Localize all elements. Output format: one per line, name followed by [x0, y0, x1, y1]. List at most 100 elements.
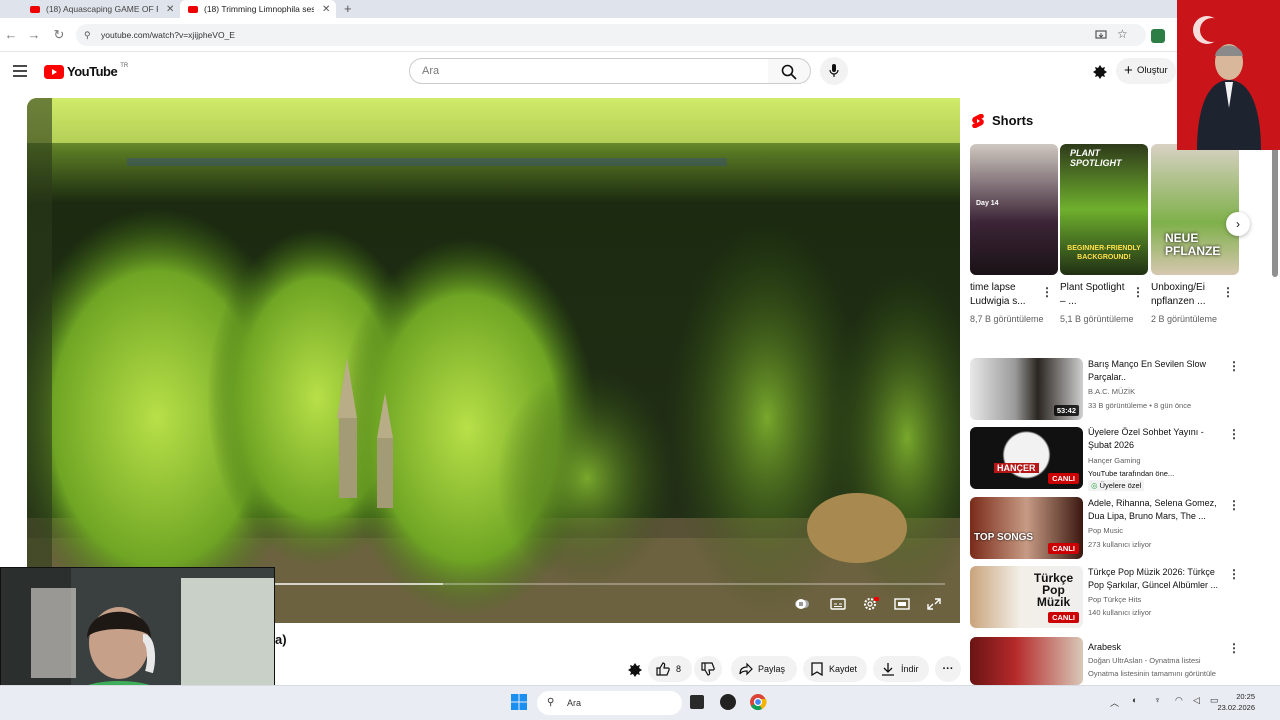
channel-name[interactable]: Pop Music — [1088, 525, 1238, 536]
chrome-icon[interactable] — [749, 693, 767, 711]
video-title-link[interactable]: Türkçe Pop Müzik 2026: Türkçe Pop Şarkıl… — [1088, 566, 1228, 592]
more-vertical-icon[interactable]: ⋮ — [1132, 286, 1144, 298]
miniplayer-icon[interactable] — [893, 596, 911, 612]
more-actions-button[interactable]: ··· — [935, 656, 961, 682]
live-badge: CANLI — [1048, 543, 1079, 554]
subtitles-icon[interactable] — [829, 596, 847, 612]
channel-name[interactable]: B.A.C. MÜZİK — [1088, 386, 1238, 397]
channel-name[interactable]: Hançer Gaming — [1088, 455, 1238, 466]
youtube-favicon-icon — [188, 5, 198, 13]
more-vertical-icon[interactable]: ⋮ — [1041, 286, 1053, 298]
more-vertical-icon[interactable]: ⋮ — [1228, 428, 1240, 440]
tab-label: (18) Aquascaping GAME OF Ri... — [46, 4, 158, 14]
settings-icon[interactable] — [861, 596, 879, 612]
download-button[interactable]: İndir — [873, 656, 929, 682]
short-title[interactable]: Plant Spotlight – ... — [1060, 281, 1132, 309]
site-info-icon[interactable]: ⚲ — [84, 24, 91, 46]
video-thumbnail[interactable]: 53:42 — [970, 358, 1083, 420]
short-title[interactable]: time lapse Ludwigia s... — [970, 281, 1042, 309]
short-title[interactable]: Unboxing/Ei npflanzen ... — [1151, 281, 1223, 309]
reload-icon[interactable]: ↻ — [50, 26, 68, 44]
short-thumbnail[interactable]: Day 14 — [970, 144, 1058, 275]
microphone-tray-icon[interactable]: ♆ — [1154, 695, 1161, 705]
create-label: Oluştur — [1137, 65, 1168, 76]
taskbar-search-label: Ara — [567, 698, 582, 708]
wifi-icon[interactable]: ◠ — [1175, 695, 1183, 706]
volume-icon[interactable]: ◁ — [1193, 695, 1200, 706]
browser-tab[interactable]: (18) Aquascaping GAME OF Ri... ✕ — [22, 0, 177, 18]
url-field[interactable]: ⚲ youtube.com/watch?v=xjijpheVO_E — [76, 24, 1146, 46]
voice-search-button[interactable] — [820, 57, 848, 85]
taskbar-search[interactable]: ⚲ Ara — [537, 691, 682, 715]
forward-icon[interactable]: → — [25, 26, 43, 44]
video-title-link[interactable]: Barış Manço En Sevilen Slow Parçalar.. — [1088, 358, 1228, 384]
bookmark-icon — [811, 662, 823, 676]
short-thumbnail[interactable]: NEUE PFLANZE — [1151, 144, 1239, 275]
close-tab-icon[interactable]: ✕ — [166, 4, 174, 15]
video-thumbnail[interactable] — [970, 637, 1083, 685]
video-thumbnail[interactable]: HANÇER CANLI — [970, 427, 1083, 489]
windows-start-icon[interactable] — [511, 694, 527, 710]
more-vertical-icon[interactable]: ⋮ — [1222, 286, 1234, 298]
video-title-link[interactable]: Adele, Rihanna, Selena Gomez, Dua Lipa, … — [1088, 497, 1228, 523]
windows-taskbar: ⚲ Ara ︿ ◐ ♆ ◠ ◁ ▭ 20:25 23.02.2026 — [0, 685, 1280, 720]
microphone-icon — [829, 64, 839, 77]
close-tab-icon[interactable]: ✕ — [322, 4, 330, 15]
menu-icon[interactable] — [13, 65, 27, 77]
youtube-logo[interactable]: YouTube TR — [44, 63, 128, 79]
tray-chevron-icon[interactable]: ︿ — [1110, 696, 1119, 709]
studio-icon[interactable] — [1092, 64, 1108, 80]
short-overlay-text: Day 14 — [976, 200, 999, 207]
browser-tab-active[interactable]: (18) Trimming Limnophila sessi... ✕ — [180, 0, 336, 18]
extension-icon[interactable] — [1151, 29, 1165, 43]
save-label: Kaydet — [829, 664, 858, 674]
video-player[interactable] — [27, 98, 960, 623]
short-overlay-text: BEGINNER-FRIENDLY BACKGROUND! — [1067, 245, 1141, 261]
bookmark-star-icon[interactable]: ☆ — [1117, 27, 1128, 41]
page-scrollbar[interactable] — [1270, 92, 1280, 685]
video-thumbnail[interactable]: Türkçe Pop Müzik CANLI — [970, 566, 1083, 628]
shorts-logo-icon — [972, 114, 984, 128]
members-only-label: Üyelere özel — [1099, 481, 1142, 490]
more-horizontal-icon: ··· — [942, 663, 954, 675]
taskbar-clock[interactable]: 20:25 23.02.2026 — [1217, 691, 1255, 713]
studio-icon[interactable] — [627, 662, 643, 678]
file-manager-icon[interactable] — [690, 695, 704, 709]
share-button[interactable]: Paylaş — [731, 656, 797, 682]
search-input[interactable]: Ara — [409, 58, 769, 84]
dislike-button[interactable] — [694, 656, 722, 682]
playlist-link[interactable]: Oynatma listesinin tamamını görüntüle — [1088, 668, 1238, 679]
install-app-icon[interactable] — [1095, 29, 1107, 41]
create-button[interactable]: + Oluştur — [1116, 58, 1176, 84]
video-progress-track[interactable] — [275, 583, 945, 585]
download-label: İndir — [901, 664, 919, 674]
new-tab-icon[interactable]: + — [344, 1, 352, 16]
more-vertical-icon[interactable]: ⋮ — [1228, 360, 1240, 372]
fullscreen-icon[interactable] — [925, 596, 943, 612]
short-thumbnail[interactable]: PLANT SPOTLIGHT BEGINNER-FRIENDLY BACKGR… — [1060, 144, 1148, 275]
tray-app-icon[interactable]: ◐ — [1132, 695, 1137, 705]
search-button[interactable] — [768, 58, 811, 84]
duration-badge: 53:42 — [1053, 405, 1079, 416]
autoplay-toggle[interactable] — [793, 596, 811, 612]
more-vertical-icon[interactable]: ⋮ — [1228, 642, 1240, 654]
video-thumbnail[interactable]: TOP SONGS CANLI — [970, 497, 1083, 559]
more-vertical-icon[interactable]: ⋮ — [1228, 499, 1240, 511]
youtube-play-logo-icon — [44, 64, 64, 79]
back-icon[interactable]: ← — [2, 26, 20, 44]
download-icon — [882, 663, 894, 676]
save-button[interactable]: Kaydet — [803, 656, 867, 682]
video-meta: 140 kullanıcı izliyor — [1088, 608, 1152, 617]
video-title-link[interactable]: Arabesk — [1088, 641, 1228, 654]
like-count: 8 — [676, 664, 682, 674]
channel-name[interactable]: Pop Türkçe Hits — [1088, 594, 1238, 605]
more-vertical-icon[interactable]: ⋮ — [1228, 568, 1240, 580]
like-button[interactable]: 8 — [648, 656, 692, 682]
tab-label: (18) Trimming Limnophila sessi... — [204, 4, 314, 14]
video-title-link[interactable]: Üyelere Özel Sohbet Yayını - Şubat 2026 — [1088, 426, 1228, 452]
clock-date: 23.02.2026 — [1217, 703, 1255, 712]
app-icon[interactable] — [720, 694, 736, 710]
members-only-badge: ◎ Üyelere özel — [1088, 480, 1145, 491]
shorts-next-arrow-icon[interactable]: › — [1226, 212, 1250, 236]
channel-name[interactable]: Doğan UltrAslan - Oynatma listesi — [1088, 655, 1238, 666]
